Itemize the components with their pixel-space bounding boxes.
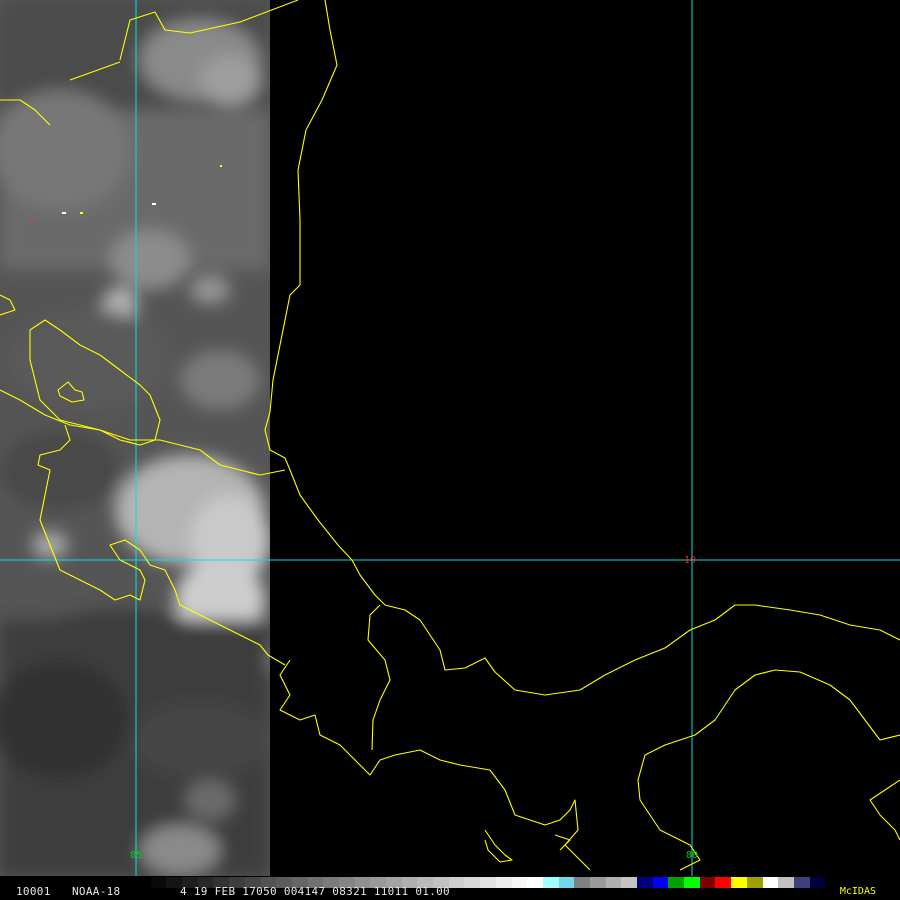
satellite-map: 85 80 10 bbox=[0, 0, 900, 876]
colorbar-segment bbox=[715, 877, 732, 888]
colorbar-segment bbox=[542, 877, 559, 888]
colorbar-segment bbox=[652, 877, 669, 888]
colorbar-segment bbox=[150, 877, 167, 888]
colorbar-segment bbox=[684, 877, 700, 888]
colorbar-segment bbox=[731, 877, 747, 888]
software-label: McIDAS bbox=[839, 886, 876, 897]
colorbar-segment bbox=[448, 877, 465, 888]
colorbar-segment bbox=[511, 877, 528, 888]
colorbar-segment bbox=[793, 877, 810, 888]
status-line: 4 19 FEB 17050 004147 08321 11011 01.00 bbox=[180, 885, 450, 898]
colorbar-segment bbox=[558, 877, 575, 888]
colorbar-segment bbox=[762, 877, 779, 888]
colorbar-segment bbox=[746, 877, 763, 888]
lon-label-80: 80 bbox=[686, 850, 698, 861]
lon-label-85: 85 bbox=[130, 850, 142, 861]
colorbar-segment bbox=[135, 877, 151, 888]
colorbar-segment bbox=[668, 877, 685, 888]
colorbar-segment bbox=[480, 877, 496, 888]
colorbar-segment bbox=[495, 877, 512, 888]
colorbar-segment bbox=[621, 877, 637, 888]
lat-label-10: 10 bbox=[684, 555, 696, 566]
colorbar-segment bbox=[809, 877, 826, 888]
colorbar-segment bbox=[699, 877, 716, 888]
colorbar-segment bbox=[637, 877, 653, 888]
frame-id: 10001 bbox=[16, 885, 51, 898]
colorbar-segment bbox=[589, 877, 606, 888]
colorbar-segment bbox=[527, 877, 543, 888]
colorbar-segment bbox=[574, 877, 590, 888]
colorbar-segment bbox=[605, 877, 622, 888]
colorbar-segment bbox=[778, 877, 794, 888]
colorbar-segment bbox=[464, 877, 481, 888]
satellite-name: NOAA-18 bbox=[72, 885, 121, 898]
